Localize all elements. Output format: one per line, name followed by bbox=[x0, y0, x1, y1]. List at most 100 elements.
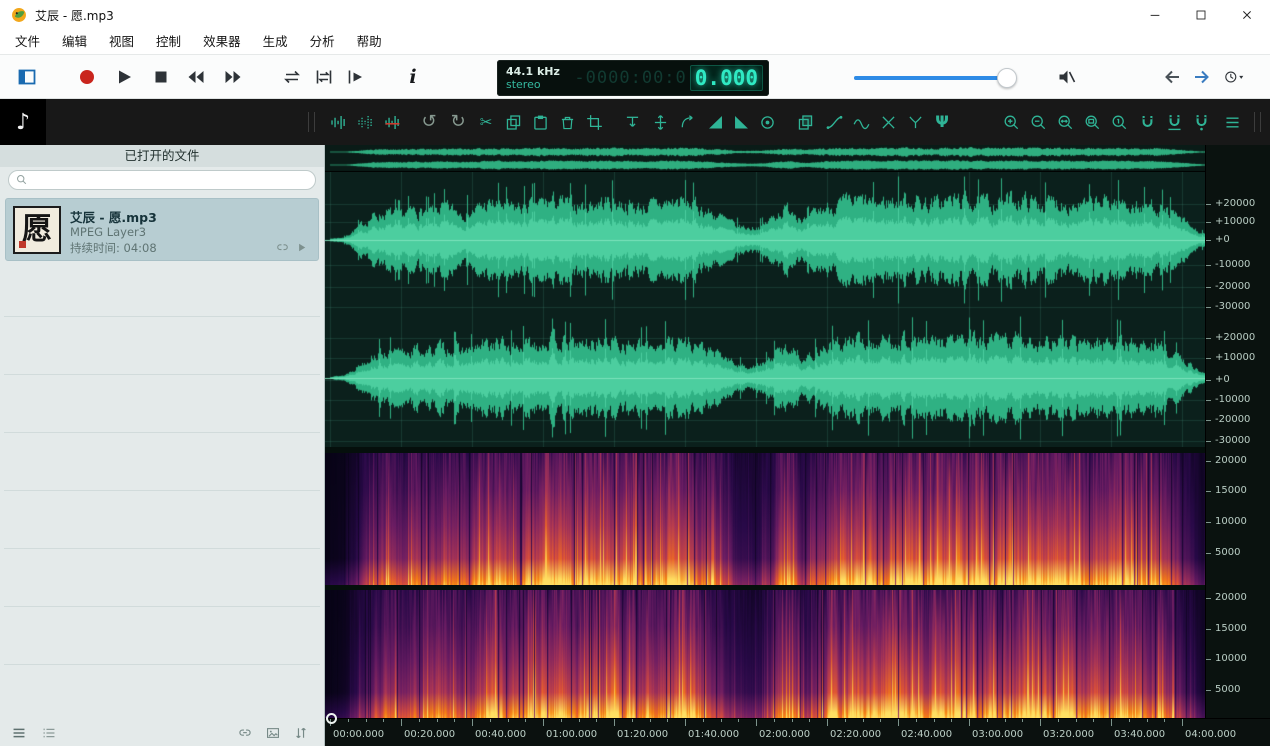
snap-zero-button[interactable] bbox=[1162, 110, 1186, 134]
ruler-tick-label: 10000 bbox=[1215, 516, 1247, 527]
stop-button[interactable] bbox=[146, 62, 176, 92]
menu-item-help[interactable]: 帮助 bbox=[346, 30, 393, 54]
menu-item-analyze[interactable]: 分析 bbox=[299, 30, 346, 54]
close-button[interactable] bbox=[1224, 0, 1270, 30]
expander-y-button[interactable] bbox=[903, 110, 927, 134]
loop-selection-button[interactable] bbox=[309, 62, 339, 92]
time-tick-label: 01:40.000 bbox=[688, 729, 739, 740]
crop-button[interactable] bbox=[582, 110, 606, 134]
waveform-channel-left[interactable] bbox=[325, 172, 1205, 312]
time-tick bbox=[1093, 719, 1094, 722]
zoom-in-button[interactable] bbox=[999, 110, 1023, 134]
info-button[interactable]: i bbox=[398, 62, 428, 92]
undo-button[interactable]: ↺ bbox=[417, 110, 441, 134]
toolbar-grip[interactable] bbox=[308, 112, 315, 132]
zoom-selection-button[interactable] bbox=[1080, 110, 1104, 134]
volume-fill bbox=[854, 76, 1004, 80]
volume-thumb[interactable] bbox=[997, 68, 1017, 88]
search-icon bbox=[15, 173, 29, 187]
time-tick bbox=[863, 719, 864, 722]
ruler-tick-label: 20000 bbox=[1215, 455, 1247, 466]
menu-item-edit[interactable]: 编辑 bbox=[51, 30, 98, 54]
delete-button[interactable] bbox=[555, 110, 579, 134]
artwork-toggle-button[interactable] bbox=[260, 722, 286, 744]
ruler-tick bbox=[1206, 441, 1211, 442]
detail-list-view-button[interactable] bbox=[6, 722, 32, 744]
menu-item-view[interactable]: 视图 bbox=[98, 30, 145, 54]
spectrogram-channel-right[interactable] bbox=[325, 590, 1205, 718]
fade-out-button[interactable] bbox=[729, 110, 753, 134]
redo-button[interactable]: ↻ bbox=[446, 110, 470, 134]
file-list-item[interactable]: 愿 艾辰 - 愿.mp3 MPEG Layer3 持续时间: 04:08 bbox=[5, 198, 319, 261]
rewind-button[interactable] bbox=[181, 62, 211, 92]
channel-split-button[interactable]: Ψ bbox=[930, 110, 954, 134]
view-options-button[interactable] bbox=[1220, 110, 1244, 134]
time-display[interactable]: 44.1 kHz stereo -0000:00:0 0.000 bbox=[497, 60, 769, 96]
normalize-button[interactable] bbox=[648, 110, 672, 134]
channel-split-icon: Ψ bbox=[935, 114, 949, 130]
history-forward-button[interactable] bbox=[1186, 62, 1216, 92]
time-tick-label: 02:20.000 bbox=[830, 729, 881, 740]
play-from-cursor-button[interactable] bbox=[341, 62, 371, 92]
waveform-channel-right[interactable] bbox=[325, 312, 1205, 447]
time-tick bbox=[348, 719, 349, 722]
link-files-button[interactable] bbox=[232, 722, 258, 744]
list-row-divider bbox=[4, 374, 320, 375]
playhead-marker[interactable] bbox=[326, 713, 337, 724]
time-tick bbox=[561, 719, 562, 722]
copy-button[interactable] bbox=[501, 110, 525, 134]
paste-button[interactable] bbox=[528, 110, 552, 134]
link-icon[interactable] bbox=[275, 240, 291, 256]
time-tick bbox=[916, 719, 917, 722]
envelope-button[interactable] bbox=[822, 110, 846, 134]
time-ruler[interactable]: 00:00.00000:20.00000:40.00001:00.00001:2… bbox=[325, 718, 1270, 746]
zoom-out-button[interactable] bbox=[1026, 110, 1050, 134]
time-tick bbox=[845, 719, 846, 722]
mute-button[interactable] bbox=[1052, 62, 1082, 92]
fast-forward-button[interactable] bbox=[218, 62, 248, 92]
search-input[interactable] bbox=[29, 173, 309, 188]
spectrogram-channel-left[interactable] bbox=[325, 453, 1205, 585]
record-button[interactable] bbox=[72, 62, 102, 92]
menu-bar: 文件编辑视图控制效果器生成分析帮助 bbox=[0, 30, 1270, 54]
overview-navigation-strip[interactable] bbox=[325, 145, 1205, 172]
waveform-editor: +20000+20000+10000+10000+0+0-10000-10000… bbox=[325, 145, 1270, 746]
selection-mode-button[interactable] bbox=[12, 62, 42, 92]
sort-order-button[interactable] bbox=[288, 722, 314, 744]
invert-button[interactable] bbox=[675, 110, 699, 134]
history-back-button[interactable] bbox=[1158, 62, 1188, 92]
toolbar-grip[interactable] bbox=[1254, 112, 1261, 132]
fade-in-button[interactable] bbox=[703, 110, 727, 134]
duplicate-button[interactable] bbox=[793, 110, 817, 134]
minimize-button[interactable] bbox=[1132, 0, 1178, 30]
snap-selection-button[interactable] bbox=[1135, 110, 1159, 134]
channel-mode-label: stereo bbox=[506, 78, 560, 91]
wave-view-button[interactable] bbox=[326, 110, 350, 134]
zoom-reset-button[interactable] bbox=[1107, 110, 1131, 134]
list-row-divider bbox=[4, 490, 320, 491]
amplitude-frequency-ruler[interactable]: +20000+20000+10000+10000+0+0-10000-10000… bbox=[1205, 145, 1270, 718]
loop-playback-button[interactable] bbox=[277, 62, 307, 92]
spectral-view-button[interactable] bbox=[380, 110, 404, 134]
bars-view-button[interactable] bbox=[353, 110, 377, 134]
menu-item-control[interactable]: 控制 bbox=[145, 30, 192, 54]
zoom-fit-button[interactable] bbox=[1053, 110, 1077, 134]
ruler-tick-label: 5000 bbox=[1215, 547, 1240, 558]
history-dropdown-button[interactable] bbox=[1218, 62, 1248, 92]
maximize-button[interactable] bbox=[1178, 0, 1224, 30]
snap-grid-button[interactable] bbox=[1189, 110, 1213, 134]
smooth-button[interactable] bbox=[849, 110, 873, 134]
cut-button[interactable]: ✂ bbox=[474, 110, 498, 134]
gain-adjust-button[interactable] bbox=[620, 110, 644, 134]
play-button[interactable] bbox=[109, 62, 139, 92]
menu-item-generate[interactable]: 生成 bbox=[252, 30, 299, 54]
compact-list-view-button[interactable] bbox=[36, 722, 62, 744]
ruler-tick bbox=[1206, 380, 1211, 381]
menu-item-file[interactable]: 文件 bbox=[4, 30, 51, 54]
volume-slider[interactable] bbox=[852, 55, 1022, 100]
play-file-icon[interactable] bbox=[294, 240, 310, 256]
expander-x-button[interactable] bbox=[876, 110, 900, 134]
sidebar-header: 已打开的文件 bbox=[0, 145, 324, 167]
modulate-button[interactable] bbox=[755, 110, 779, 134]
menu-item-effects[interactable]: 效果器 bbox=[192, 30, 252, 54]
